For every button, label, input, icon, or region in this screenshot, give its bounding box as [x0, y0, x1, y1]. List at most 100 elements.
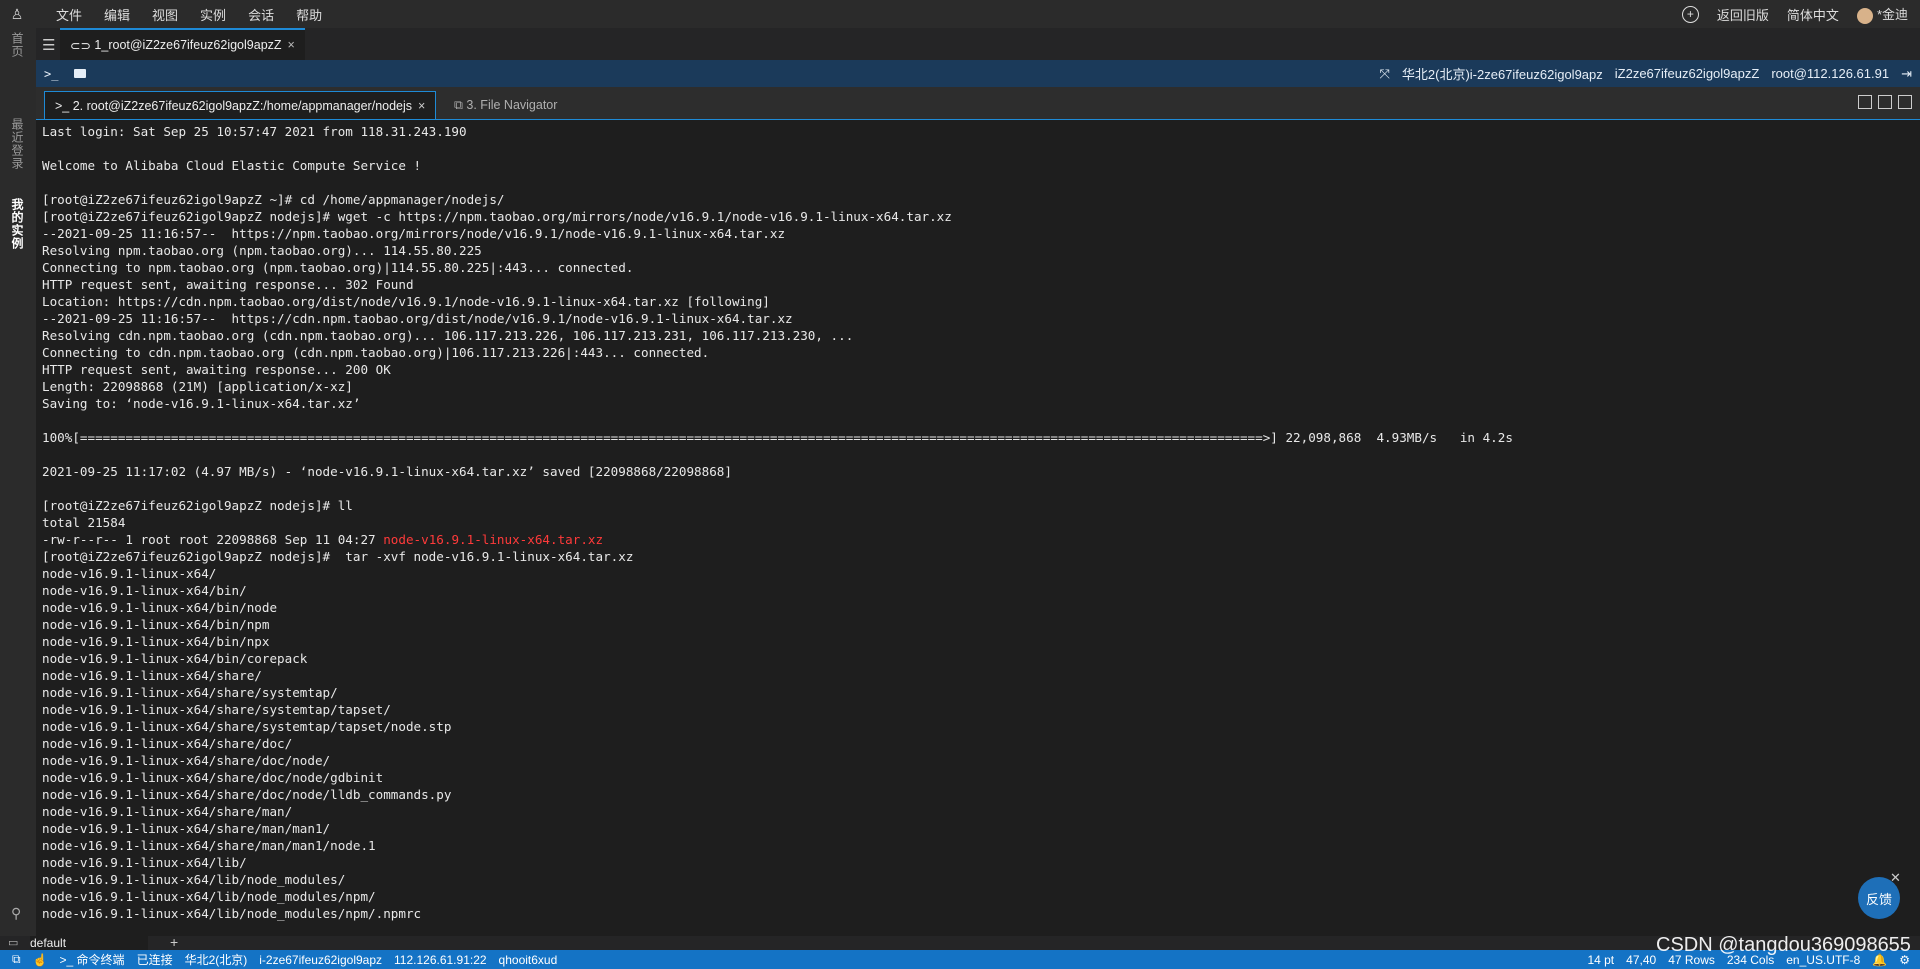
back-old-version-link[interactable]: 返回旧版 — [1717, 5, 1769, 24]
terminal-line: --2021-09-25 11:16:57-- https://npm.taob… — [42, 226, 786, 241]
status-id: qhooit6xud — [498, 952, 558, 967]
terminal-line: node-v16.9.1-linux-x64/share/man/ — [42, 804, 293, 819]
terminal-line: --2021-09-25 11:16:57-- https://cdn.npm.… — [42, 311, 793, 326]
terminal-line: Connecting to npm.taobao.org (npm.taobao… — [42, 260, 634, 275]
tab-label: 3. File Navigator — [466, 98, 558, 112]
terminal-line: node-v16.9.1-linux-x64/share/systemtap/t… — [42, 702, 391, 717]
terminal-output[interactable]: Last login: Sat Sep 25 10:57:47 2021 fro… — [36, 119, 1920, 932]
terminal-line: Last login: Sat Sep 25 10:57:47 2021 fro… — [42, 124, 467, 139]
hand-icon[interactable]: ☝ — [33, 953, 48, 967]
terminal-line: node-v16.9.1-linux-x64/bin/ — [42, 583, 247, 598]
tab-label: default — [30, 936, 67, 950]
terminal-line: Saving to: ‘node-v16.9.1-linux-x64.tar.x… — [42, 396, 361, 411]
terminal-line: node-v16.9.1-linux-x64/share/doc/node/ — [42, 753, 331, 768]
terminal-line: Welcome to Alibaba Cloud Elastic Compute… — [42, 158, 422, 173]
terminal-line: [root@iZ2ze67ifeuz62igol9apzZ nodejs]# l… — [42, 498, 353, 513]
terminal-line: Length: 22098868 (21M) [application/x-xz… — [42, 379, 353, 394]
split-vertical-icon[interactable] — [1878, 95, 1892, 109]
instance-info-bar: >_ ⤧ 华北2(北京)i-2ze67ifeuz62igol9apz iZ2ze… — [36, 60, 1920, 87]
menu-session[interactable]: 会话 — [248, 5, 274, 24]
close-icon[interactable]: ✕ — [1890, 870, 1901, 886]
highlighted-filename: node-v16.9.1-linux-x64.tar.xz — [383, 532, 604, 547]
language-select[interactable]: 简体中文 — [1787, 5, 1839, 24]
rail-recent-logins[interactable]: 最近登录 — [9, 118, 26, 170]
watermark: CSDN @tangdou369098655 — [1656, 934, 1911, 956]
terminal-line: node-v16.9.1-linux-x64/lib/node_modules/ — [42, 872, 346, 887]
terminal-line: [root@iZ2ze67ifeuz62igol9apzZ nodejs]# w… — [42, 209, 952, 224]
menu-instance[interactable]: 实例 — [200, 5, 226, 24]
status-cursor: 47,40 — [1626, 952, 1657, 967]
terminal-line: node-v16.9.1-linux-x64/bin/node — [42, 600, 278, 615]
new-tab-icon[interactable] — [1858, 95, 1872, 109]
add-circle-icon[interactable]: + — [1681, 5, 1699, 23]
split-horizontal-icon[interactable] — [1898, 95, 1912, 109]
instance-info: ⤧ 华北2(北京)i-2ze67ifeuz62igol9apz iZ2ze67i… — [1379, 64, 1920, 83]
terminal-line: HTTP request sent, awaiting response... … — [42, 362, 391, 377]
terminal-line: node-v16.9.1-linux-x64/share/doc/node/gd… — [42, 770, 384, 785]
menu-edit[interactable]: 编辑 — [104, 5, 130, 24]
terminal-line: node-v16.9.1-linux-x64/bin/npx — [42, 634, 270, 649]
terminal-line: [root@iZ2ze67ifeuz62igol9apzZ nodejs]# t… — [42, 549, 634, 564]
pin-icon[interactable]: ⚲ — [11, 905, 21, 922]
status-instance: i-2ze67ifeuz62igol9apz — [259, 952, 383, 967]
tab-terminal-2[interactable]: >_ 2. root@iZ2ze67ifeuz62igol9apzZ:/home… — [44, 91, 437, 119]
terminal-line: node-v16.9.1-linux-x64/lib/node_modules/… — [42, 889, 376, 904]
status-font-size[interactable]: 14 pt — [1587, 953, 1614, 967]
status-region: 华北2(北京) — [184, 953, 248, 967]
bottom-session-bar: ▭ default + — [0, 934, 1920, 950]
fullscreen-icon[interactable]: ⤧ — [1379, 66, 1389, 82]
terminal-line: Location: https://cdn.npm.taobao.org/dis… — [42, 294, 770, 309]
terminal-line: -rw-r--r-- 1 root root 22098868 Sep 11 0… — [42, 531, 1920, 548]
session-tab[interactable]: ⊂⊃ 1_root@iZ2ze67ifeuz62igol9apzZ × — [60, 28, 305, 60]
menu-file[interactable]: 文件 — [56, 5, 82, 24]
terminal-line: Resolving cdn.npm.taobao.org (cdn.npm.ta… — [42, 328, 854, 343]
rail-my-instances[interactable]: 我的实例 — [9, 198, 26, 250]
terminal-line: 2021-09-25 11:17:02 (4.97 MB/s) - ‘node-… — [42, 464, 732, 479]
copy-icon[interactable]: ⧉ — [12, 952, 21, 967]
terminal-line: 100%[===================================… — [42, 430, 1513, 445]
file-navigator-icon: ⧉ — [454, 97, 467, 112]
terminal-line: Connecting to cdn.npm.taobao.org (cdn.np… — [42, 345, 710, 360]
logout-icon[interactable]: ⇥ — [1901, 66, 1912, 82]
terminal-line: node-v16.9.1-linux-x64/lib/ — [42, 855, 247, 870]
terminal-prompt-icon[interactable]: >_ — [44, 67, 58, 81]
tab-file-navigator[interactable]: ⧉ 3. File Navigator — [444, 91, 567, 119]
terminal-line: node-v16.9.1-linux-x64/ — [42, 566, 217, 581]
session-tab-row: ☰ ⊂⊃ 1_root@iZ2ze67ifeuz62igol9apzZ × — [36, 28, 1920, 60]
folder-icon[interactable] — [74, 69, 87, 78]
user-menu[interactable]: *金迪 — [1856, 4, 1908, 24]
terminal-line: node-v16.9.1-linux-x64/share/man/man1/no… — [42, 838, 376, 853]
left-rail: 首页 最近登录 我的实例 ⚲ — [0, 28, 36, 936]
terminal-line: node-v16.9.1-linux-x64/share/ — [42, 668, 262, 683]
close-icon[interactable]: × — [288, 38, 295, 52]
rail-home[interactable]: 首页 — [9, 32, 26, 58]
menu-view[interactable]: 视图 — [152, 5, 178, 24]
terminal-icon: >_ — [55, 98, 73, 113]
status-cmd[interactable]: >_ 命令终端 — [60, 951, 125, 968]
terminal-line: node-v16.9.1-linux-x64/share/doc/node/ll… — [42, 787, 452, 802]
menubar-right: + 返回旧版 简体中文 *金迪 — [1681, 4, 1920, 24]
terminal-line: node-v16.9.1-linux-x64/share/man/man1/ — [42, 821, 331, 836]
terminal-line: node-v16.9.1-linux-x64/share/systemtap/ — [42, 685, 338, 700]
add-tab-icon[interactable]: + — [170, 934, 178, 950]
terminal-line: node-v16.9.1-linux-x64/share/doc/ — [42, 736, 293, 751]
split-tools — [1858, 95, 1912, 109]
collapse-menu-icon[interactable]: ☰ — [42, 36, 55, 54]
menu-bar: ♙ 文件 编辑 视图 实例 会话 帮助 + 返回旧版 简体中文 *金迪 — [0, 0, 1920, 28]
terminal-line: HTTP request sent, awaiting response... … — [42, 277, 414, 292]
tab-label: 2. root@iZ2ze67ifeuz62igol9apzZ:/home/ap… — [72, 98, 413, 113]
tab-default[interactable]: default — [30, 936, 148, 950]
status-address: 112.126.61.91:22 — [394, 952, 487, 967]
terminal-line: node-v16.9.1-linux-x64/bin/npm — [42, 617, 270, 632]
close-icon[interactable]: × — [418, 99, 425, 113]
app-logo-icon: ♙ — [10, 5, 24, 22]
terminal-line: total 21584 — [42, 515, 126, 530]
user-ip: root@112.126.61.91 — [1771, 66, 1890, 81]
avatar — [1856, 7, 1873, 24]
link-icon: ⊂⊃ — [70, 38, 95, 53]
menu-help[interactable]: 帮助 — [296, 5, 322, 24]
terminal-line: node-v16.9.1-linux-x64/lib/node_modules/… — [42, 906, 422, 921]
